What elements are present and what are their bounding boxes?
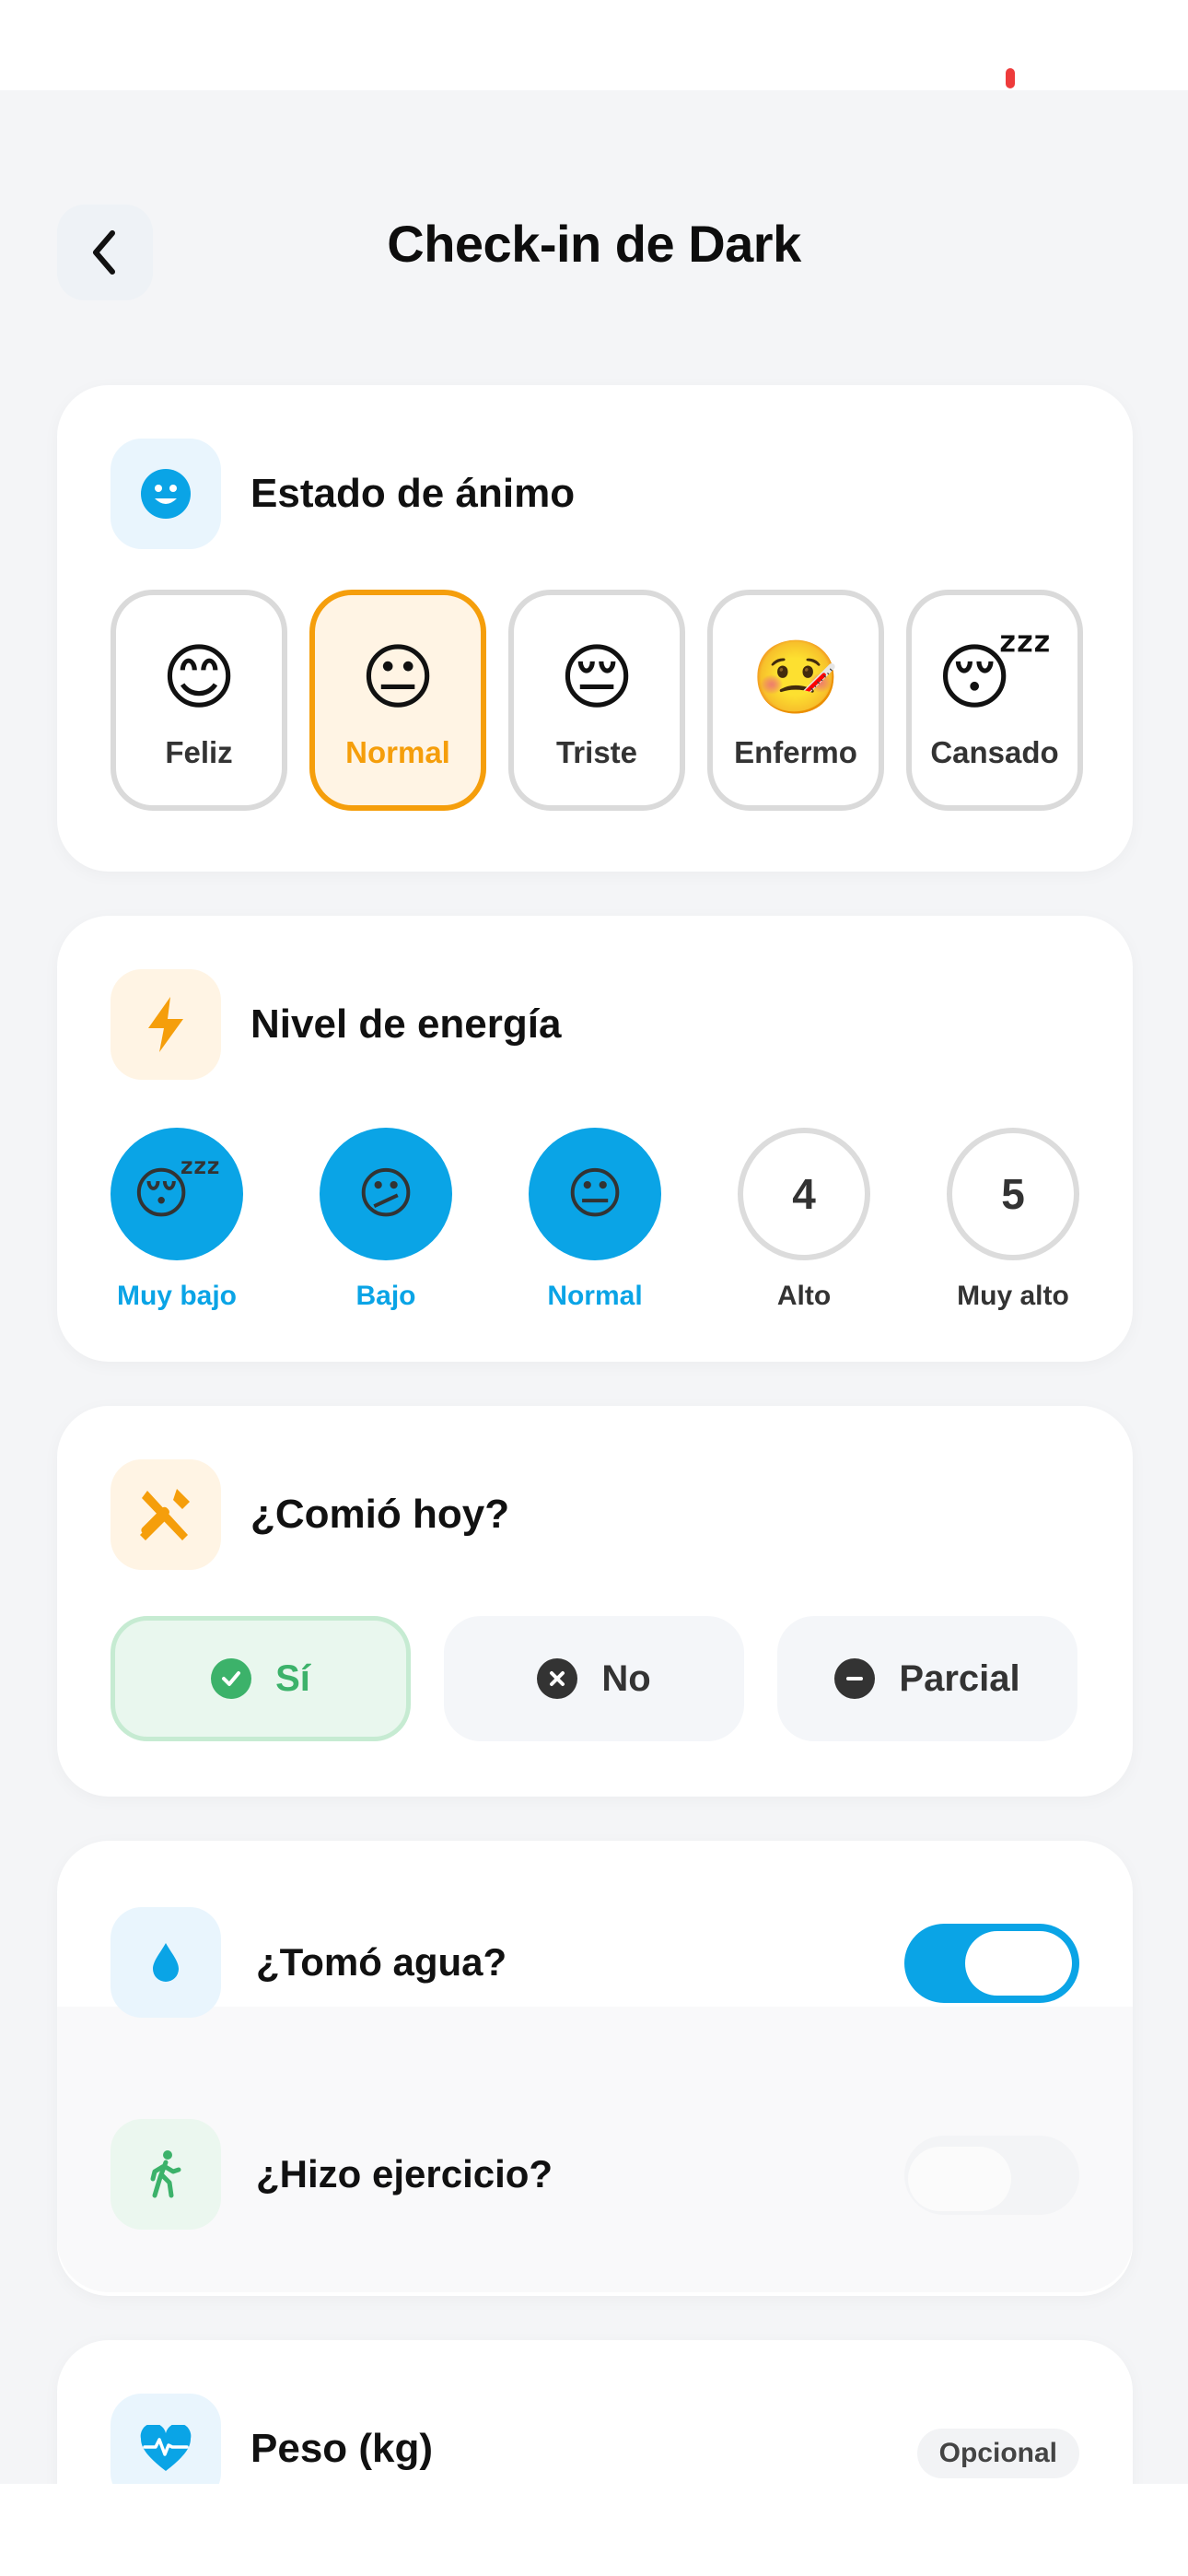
lightning-icon	[111, 969, 221, 1080]
mood-option-cansado[interactable]: 😴 Cansado	[906, 590, 1083, 811]
recording-indicator	[1006, 68, 1015, 88]
mood-card: Estado de ánimo 😊 Feliz 😐 Normal 😔 Trist…	[57, 385, 1133, 872]
energy-level-1[interactable]: 😴 Muy bajo	[103, 1128, 250, 1312]
energy-level-label: Normal	[547, 1281, 643, 1311]
mood-option-triste[interactable]: 😔 Triste	[508, 590, 685, 811]
walking-person-icon	[111, 2119, 221, 2230]
neutral-emoji-icon: 😐	[529, 1128, 661, 1260]
ate-options: Sí No Parcial	[111, 1616, 1077, 1741]
fork-knife-icon	[111, 1459, 221, 1570]
habits-card: ¿Tomó agua? ¿Hizo ejercicio?	[57, 1841, 1133, 2296]
ate-option-no[interactable]: No	[444, 1616, 744, 1741]
energy-level-label: Bajo	[355, 1281, 416, 1311]
ate-option-label: Parcial	[899, 1657, 1020, 1699]
water-row: ¿Tomó agua?	[111, 1907, 1079, 2018]
energy-title: Nivel de energía	[250, 1001, 562, 1047]
exercise-row: ¿Hizo ejercicio?	[111, 2119, 1079, 2230]
sick-emoji-icon: 🤒	[751, 637, 841, 718]
energy-level-label: Muy bajo	[116, 1281, 237, 1311]
mood-option-feliz[interactable]: 😊 Feliz	[111, 590, 287, 811]
energy-levels: 😴 Muy bajo 😕 Bajo 😐 Normal 4 Alto 5 Muy …	[111, 1128, 1079, 1312]
sad-emoji-icon: 😔	[559, 637, 635, 718]
optional-badge: Opcional	[916, 2429, 1079, 2478]
minus-circle-icon	[834, 1658, 876, 1699]
ate-title: ¿Comió hoy?	[250, 1492, 510, 1537]
toggle-knob	[908, 2147, 1011, 2211]
energy-level-2[interactable]: 😕 Bajo	[312, 1128, 460, 1312]
sleepy-emoji-icon: 😴	[111, 1128, 243, 1260]
mood-option-normal[interactable]: 😐 Normal	[309, 590, 486, 811]
ate-option-partial[interactable]: Parcial	[777, 1616, 1077, 1741]
mood-option-label: Triste	[555, 735, 638, 769]
mood-option-enfermo[interactable]: 🤒 Enfermo	[707, 590, 884, 811]
energy-level-3[interactable]: 😐 Normal	[521, 1128, 669, 1312]
energy-level-5[interactable]: 5 Muy alto	[939, 1128, 1087, 1312]
water-toggle[interactable]	[904, 1924, 1079, 2003]
toggle-knob	[965, 1931, 1072, 1996]
ate-card: ¿Comió hoy? Sí No Parcial	[57, 1406, 1133, 1797]
mood-option-label: Cansado	[930, 735, 1059, 769]
mood-option-label: Enfermo	[734, 735, 857, 769]
energy-level-number: 5	[947, 1128, 1079, 1260]
water-label: ¿Tomó agua?	[256, 1940, 507, 1984]
status-bar	[0, 0, 1188, 90]
mood-option-label: Normal	[345, 735, 450, 769]
water-drop-icon	[111, 1907, 221, 2018]
neutral-emoji-icon: 😐	[360, 637, 436, 718]
exercise-label: ¿Hizo ejercicio?	[256, 2152, 553, 2195]
confused-emoji-icon: 😕	[320, 1128, 452, 1260]
ate-option-yes[interactable]: Sí	[111, 1616, 411, 1741]
ate-option-label: No	[601, 1657, 651, 1699]
bottom-edge	[0, 2484, 1188, 2576]
ate-option-label: Sí	[275, 1657, 310, 1699]
energy-level-label: Muy alto	[957, 1281, 1069, 1311]
sleepy-emoji-icon: 😴	[937, 637, 1053, 718]
check-circle-icon	[211, 1658, 252, 1699]
smile-face-icon	[111, 439, 221, 549]
energy-level-label: Alto	[776, 1281, 832, 1311]
mood-options: 😊 Feliz 😐 Normal 😔 Triste 🤒 Enfermo 😴 Ca…	[111, 590, 1083, 811]
energy-level-number: 4	[738, 1128, 870, 1260]
energy-level-4[interactable]: 4 Alto	[730, 1128, 878, 1312]
mood-title: Estado de ánimo	[250, 471, 576, 516]
mood-option-label: Feliz	[165, 735, 233, 769]
happy-emoji-icon: 😊	[161, 637, 237, 718]
page-title: Check-in de Dark	[387, 215, 801, 273]
weight-title: Peso (kg)	[250, 2426, 434, 2471]
x-circle-icon	[537, 1658, 578, 1699]
energy-card: Nivel de energía 😴 Muy bajo 😕 Bajo 😐 Nor…	[57, 916, 1133, 1362]
exercise-toggle[interactable]	[904, 2136, 1079, 2215]
